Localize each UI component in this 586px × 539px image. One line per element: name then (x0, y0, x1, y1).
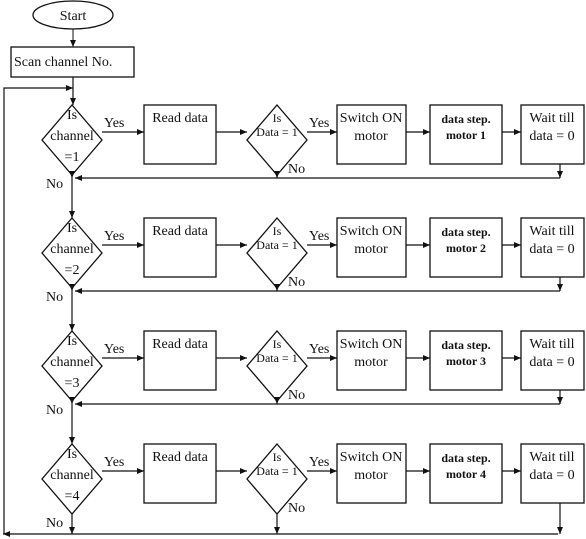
data-question-label: Is (273, 224, 282, 238)
data-step-motor-label: motor 3 (446, 354, 486, 368)
no-label: No (288, 501, 305, 516)
read-data-label: Read data (152, 224, 208, 239)
wait-till-label: data = 0 (529, 355, 574, 370)
data-step-motor-label: data step. (441, 225, 490, 239)
channel-question-label: =1 (65, 150, 80, 165)
channel-question-label: =3 (65, 376, 80, 391)
switch-on-motor-label: motor (354, 468, 388, 483)
switch-on-motor-label: motor (354, 242, 388, 257)
no-label: No (288, 388, 305, 403)
data-question-label: Data = 1 (256, 351, 297, 365)
read-data-label: Read data (152, 111, 208, 126)
switch-on-motor-label: motor (354, 355, 388, 370)
switch-on-motor-label: motor (354, 129, 388, 144)
channel-question-label: Is (67, 221, 77, 236)
wait-till-label: Wait till (529, 450, 574, 465)
channel-question-label: Is (67, 447, 77, 462)
data-question-label: Data = 1 (256, 125, 297, 139)
yes-label: Yes (309, 455, 329, 470)
switch-on-motor-label: Switch ON (340, 337, 403, 352)
scan-channel-label: Scan channel No. (14, 55, 112, 70)
channel-question-label: channel (50, 468, 94, 483)
data-step-motor-label: data step. (441, 451, 490, 465)
wait-till-label: Wait till (529, 224, 574, 239)
data-question-label: Data = 1 (256, 238, 297, 252)
data-step-motor-label: data step. (441, 338, 490, 352)
no-label: No (288, 275, 305, 290)
channel-question-label: channel (50, 355, 94, 370)
yes-label: Yes (104, 229, 124, 244)
yes-label: Yes (309, 342, 329, 357)
yes-label: Yes (309, 116, 329, 131)
read-data-label: Read data (152, 337, 208, 352)
yes-label: Yes (104, 342, 124, 357)
no-label: No (288, 162, 305, 177)
wait-till-label: Wait till (529, 111, 574, 126)
read-data-label: Read data (152, 450, 208, 465)
data-step-motor-label: motor 1 (446, 128, 486, 142)
data-step-motor-label: motor 2 (446, 241, 486, 255)
no-label: No (46, 516, 63, 531)
channel-question-label: Is (67, 108, 77, 123)
data-step-motor-label: data step. (441, 112, 490, 126)
wait-till-label: data = 0 (529, 129, 574, 144)
yes-label: Yes (309, 229, 329, 244)
switch-on-motor-label: Switch ON (340, 224, 403, 239)
no-label: No (46, 177, 63, 192)
wait-till-label: data = 0 (529, 468, 574, 483)
channel-question-label: channel (50, 129, 94, 144)
start-label: Start (60, 9, 87, 24)
switch-on-motor-label: Switch ON (340, 111, 403, 126)
channel-question-label: =2 (65, 263, 80, 278)
yes-label: Yes (104, 116, 124, 131)
wait-till-label: data = 0 (529, 242, 574, 257)
channel-question-label: =4 (65, 489, 80, 504)
data-question-label: Is (273, 450, 282, 464)
no-label: No (46, 290, 63, 305)
data-question-label: Is (273, 337, 282, 351)
data-question-label: Is (273, 111, 282, 125)
switch-on-motor-label: Switch ON (340, 450, 403, 465)
channel-question-label: Is (67, 334, 77, 349)
wait-till-label: Wait till (529, 337, 574, 352)
no-label: No (46, 403, 63, 418)
data-question-label: Data = 1 (256, 464, 297, 478)
data-step-motor-label: motor 4 (446, 467, 486, 481)
flowchart: Start Scan channel No. Is channel =1 Yes No R… (2, 0, 585, 537)
channel-question-label: channel (50, 242, 94, 257)
yes-label: Yes (104, 455, 124, 470)
